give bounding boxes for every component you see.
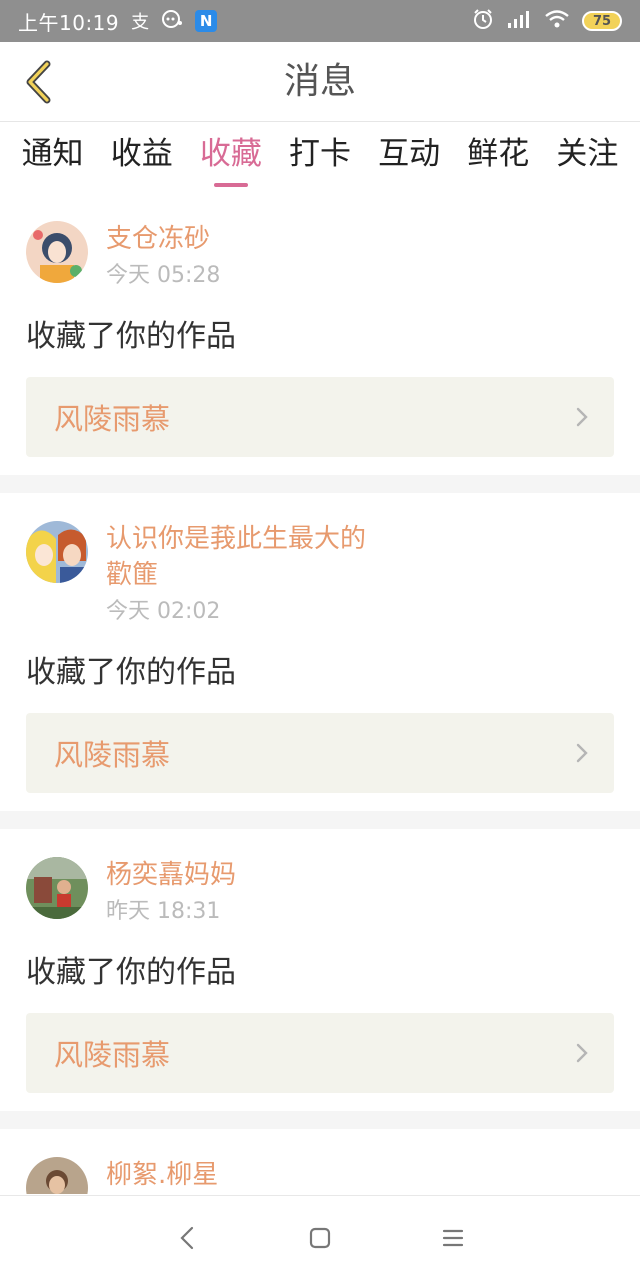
alarm-icon (472, 8, 494, 35)
username[interactable]: 杨奕嚞妈妈 (106, 857, 406, 893)
status-time: 上午10:19 (18, 10, 120, 35)
chevron-left-icon (26, 60, 51, 104)
message-card: 支仓冻砂 今天 05:28 收藏了你的作品 风陵雨慕 (0, 193, 640, 475)
work-title: 风陵雨慕 (54, 738, 171, 772)
message-feed[interactable]: 支仓冻砂 今天 05:28 收藏了你的作品 风陵雨慕 认识你是莪此生最大的 歡篚… (0, 193, 640, 1194)
username[interactable]: 支仓冻砂 (106, 221, 406, 257)
message-card: 杨奕嚞妈妈 昨天 18:31 收藏了你的作品 风陵雨慕 (0, 829, 640, 1111)
home-nav-icon[interactable] (306, 1224, 334, 1252)
alipay-icon: 支 (131, 12, 150, 33)
tab-following[interactable]: 关注 (556, 123, 618, 193)
work-title: 风陵雨慕 (54, 1038, 171, 1072)
action-text: 收藏了你的作品 (26, 319, 236, 354)
tab-favorites[interactable]: 收藏 (200, 123, 262, 193)
work-link[interactable]: 风陵雨慕 (26, 713, 614, 793)
signal-icon (506, 9, 532, 34)
work-link[interactable]: 风陵雨慕 (26, 1013, 614, 1093)
avatar[interactable] (26, 857, 88, 919)
tab-notifications[interactable]: 通知 (22, 123, 84, 193)
chevron-right-icon (576, 407, 588, 427)
tab-bar: 通知 收益 收藏 打卡 互动 鲜花 关注 (0, 123, 640, 193)
action-text: 收藏了你的作品 (26, 655, 236, 690)
work-link[interactable]: 风陵雨慕 (26, 377, 614, 457)
timestamp: 今天 02:02 (106, 599, 221, 624)
tab-checkin[interactable]: 打卡 (289, 123, 351, 193)
avatar[interactable] (26, 521, 88, 583)
timestamp: 昨天 18:31 (106, 899, 221, 924)
battery-icon: 75 (582, 11, 622, 31)
username[interactable]: 认识你是莪此生最大的 歡篚 (106, 521, 406, 593)
action-text: 收藏了你的作品 (26, 955, 236, 990)
work-title: 风陵雨慕 (54, 402, 171, 436)
menu-nav-icon[interactable] (439, 1224, 467, 1252)
tab-flowers[interactable]: 鲜花 (467, 123, 529, 193)
chat-icon (161, 9, 183, 34)
tab-earnings[interactable]: 收益 (111, 123, 173, 193)
chevron-right-icon (576, 1043, 588, 1063)
username[interactable]: 柳絮.柳星 (106, 1157, 406, 1193)
tab-interactions[interactable]: 互动 (378, 123, 440, 193)
system-nav-bar (0, 1195, 640, 1280)
page-title: 消息 (283, 61, 356, 102)
message-card: 认识你是莪此生最大的 歡篚 今天 02:02 收藏了你的作品 风陵雨慕 (0, 493, 640, 811)
back-button[interactable] (12, 56, 64, 108)
wifi-icon (544, 9, 570, 34)
chevron-right-icon (576, 743, 588, 763)
status-bar: 上午10:19 支 N 75 (0, 0, 640, 42)
avatar[interactable] (26, 1157, 88, 1194)
message-card: 柳絮.柳星 (0, 1129, 640, 1194)
back-nav-icon[interactable] (173, 1224, 201, 1252)
avatar[interactable] (26, 221, 88, 283)
app-header: 消息 (0, 42, 640, 122)
n-app-icon: N (195, 10, 218, 32)
timestamp: 今天 05:28 (106, 263, 221, 288)
